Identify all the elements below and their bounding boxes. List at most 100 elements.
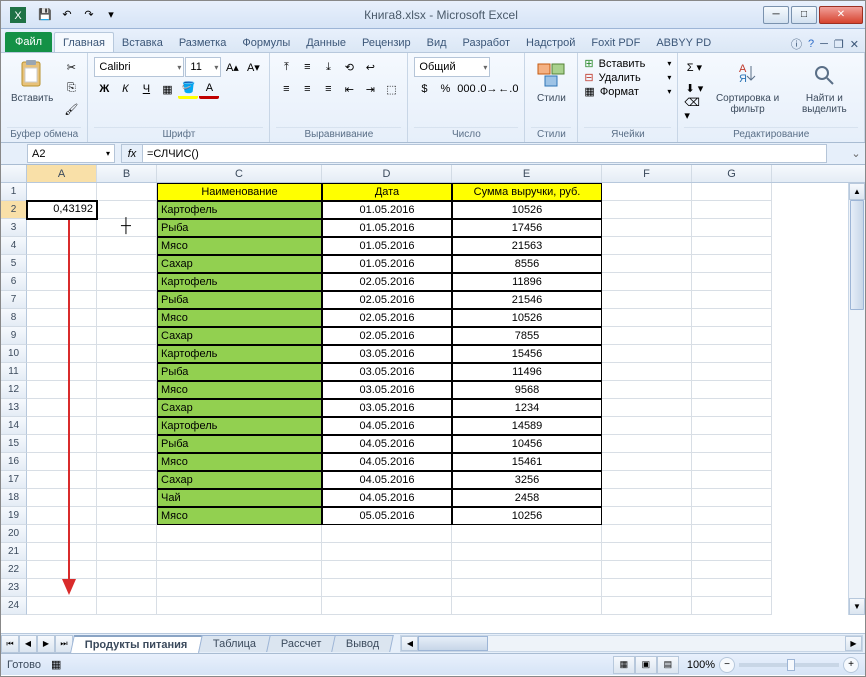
cell-B22[interactable] — [97, 561, 157, 579]
cell-C8[interactable]: Мясо — [157, 309, 322, 327]
cell-B17[interactable] — [97, 471, 157, 489]
cell-B16[interactable] — [97, 453, 157, 471]
cell-A20[interactable] — [27, 525, 97, 543]
cell-B14[interactable] — [97, 417, 157, 435]
cell-G2[interactable] — [692, 201, 772, 219]
cell-D18[interactable]: 04.05.2016 — [322, 489, 452, 507]
cell-G18[interactable] — [692, 489, 772, 507]
help-button[interactable]: ? — [808, 38, 814, 50]
cell-A16[interactable] — [27, 453, 97, 471]
cell-C9[interactable]: Сахар — [157, 327, 322, 345]
scroll-down-button[interactable]: ▼ — [849, 598, 865, 615]
cell-C4[interactable]: Мясо — [157, 237, 322, 255]
doc-restore-button[interactable]: ❐ — [834, 38, 844, 51]
font-name-combo[interactable]: Calibri▾ — [94, 57, 184, 77]
cell-E14[interactable]: 14589 — [452, 417, 602, 435]
cell-A18[interactable] — [27, 489, 97, 507]
cell-G21[interactable] — [692, 543, 772, 561]
row-header[interactable]: 16 — [1, 453, 27, 471]
cell-C1[interactable]: Наименование — [157, 183, 322, 201]
cell-A12[interactable] — [27, 381, 97, 399]
cell-F21[interactable] — [602, 543, 692, 561]
scroll-right-button[interactable]: ▶ — [845, 636, 862, 651]
find-select-button[interactable]: Найти и выделить — [791, 57, 858, 117]
cell-D22[interactable] — [322, 561, 452, 579]
cell-D20[interactable] — [322, 525, 452, 543]
cell-C24[interactable] — [157, 597, 322, 615]
percent-button[interactable]: % — [435, 79, 455, 99]
cell-G23[interactable] — [692, 579, 772, 597]
cell-B24[interactable] — [97, 597, 157, 615]
cell-G11[interactable] — [692, 363, 772, 381]
cell-A11[interactable] — [27, 363, 97, 381]
cell-B5[interactable] — [97, 255, 157, 273]
cell-D16[interactable]: 04.05.2016 — [322, 453, 452, 471]
cell-G15[interactable] — [692, 435, 772, 453]
row-header[interactable]: 15 — [1, 435, 27, 453]
cell-E5[interactable]: 8556 — [452, 255, 602, 273]
cell-G10[interactable] — [692, 345, 772, 363]
cell-G22[interactable] — [692, 561, 772, 579]
cell-C16[interactable]: Мясо — [157, 453, 322, 471]
tab-view[interactable]: Вид — [419, 33, 455, 52]
cell-D15[interactable]: 04.05.2016 — [322, 435, 452, 453]
cell-G19[interactable] — [692, 507, 772, 525]
cell-F16[interactable] — [602, 453, 692, 471]
cell-D10[interactable]: 03.05.2016 — [322, 345, 452, 363]
wrap-text-button[interactable]: ↩ — [360, 57, 380, 77]
cell-F6[interactable] — [602, 273, 692, 291]
cell-F11[interactable] — [602, 363, 692, 381]
cell-F14[interactable] — [602, 417, 692, 435]
cell-A15[interactable] — [27, 435, 97, 453]
cell-D23[interactable] — [322, 579, 452, 597]
row-header[interactable]: 12 — [1, 381, 27, 399]
cell-F13[interactable] — [602, 399, 692, 417]
cell-E24[interactable] — [452, 597, 602, 615]
cell-B8[interactable] — [97, 309, 157, 327]
cell-B15[interactable] — [97, 435, 157, 453]
cell-F23[interactable] — [602, 579, 692, 597]
zoom-slider[interactable] — [739, 663, 839, 667]
cell-G9[interactable] — [692, 327, 772, 345]
row-header[interactable]: 23 — [1, 579, 27, 597]
row-header[interactable]: 7 — [1, 291, 27, 309]
cell-E7[interactable]: 21546 — [452, 291, 602, 309]
cell-C13[interactable]: Сахар — [157, 399, 322, 417]
cell-F9[interactable] — [602, 327, 692, 345]
cells-format-button[interactable]: ▦ Формат▾ — [584, 85, 671, 98]
cell-E9[interactable]: 7855 — [452, 327, 602, 345]
tab-insert[interactable]: Вставка — [114, 33, 171, 52]
fill-button[interactable]: ⬇ ▾ — [684, 78, 704, 98]
cell-G4[interactable] — [692, 237, 772, 255]
cell-D21[interactable] — [322, 543, 452, 561]
row-header[interactable]: 24 — [1, 597, 27, 615]
cell-C11[interactable]: Рыба — [157, 363, 322, 381]
cell-F3[interactable] — [602, 219, 692, 237]
cell-F4[interactable] — [602, 237, 692, 255]
comma-button[interactable]: 000 — [456, 79, 476, 99]
cell-D24[interactable] — [322, 597, 452, 615]
cell-E3[interactable]: 17456 — [452, 219, 602, 237]
cell-B3[interactable] — [97, 219, 157, 237]
cell-D3[interactable]: 01.05.2016 — [322, 219, 452, 237]
formula-input[interactable] — [143, 144, 827, 163]
cell-D19[interactable]: 05.05.2016 — [322, 507, 452, 525]
cell-A1[interactable] — [27, 183, 97, 201]
cell-D12[interactable]: 03.05.2016 — [322, 381, 452, 399]
view-layout-button[interactable]: ▣ — [635, 656, 657, 674]
styles-button[interactable]: Стили — [531, 57, 571, 106]
cell-B1[interactable] — [97, 183, 157, 201]
cell-G20[interactable] — [692, 525, 772, 543]
zoom-thumb[interactable] — [787, 659, 795, 671]
qat-dropdown[interactable]: ▾ — [101, 5, 121, 25]
cell-C15[interactable]: Рыба — [157, 435, 322, 453]
cell-E2[interactable]: 10526 — [452, 201, 602, 219]
sheet-tab-1[interactable]: Таблица — [198, 635, 271, 652]
cell-E8[interactable]: 10526 — [452, 309, 602, 327]
cell-E11[interactable]: 11496 — [452, 363, 602, 381]
tab-addins[interactable]: Надстрой — [518, 33, 583, 52]
name-box[interactable]: A2▾ — [27, 144, 115, 163]
cell-E22[interactable] — [452, 561, 602, 579]
cell-E13[interactable]: 1234 — [452, 399, 602, 417]
row-header[interactable]: 22 — [1, 561, 27, 579]
